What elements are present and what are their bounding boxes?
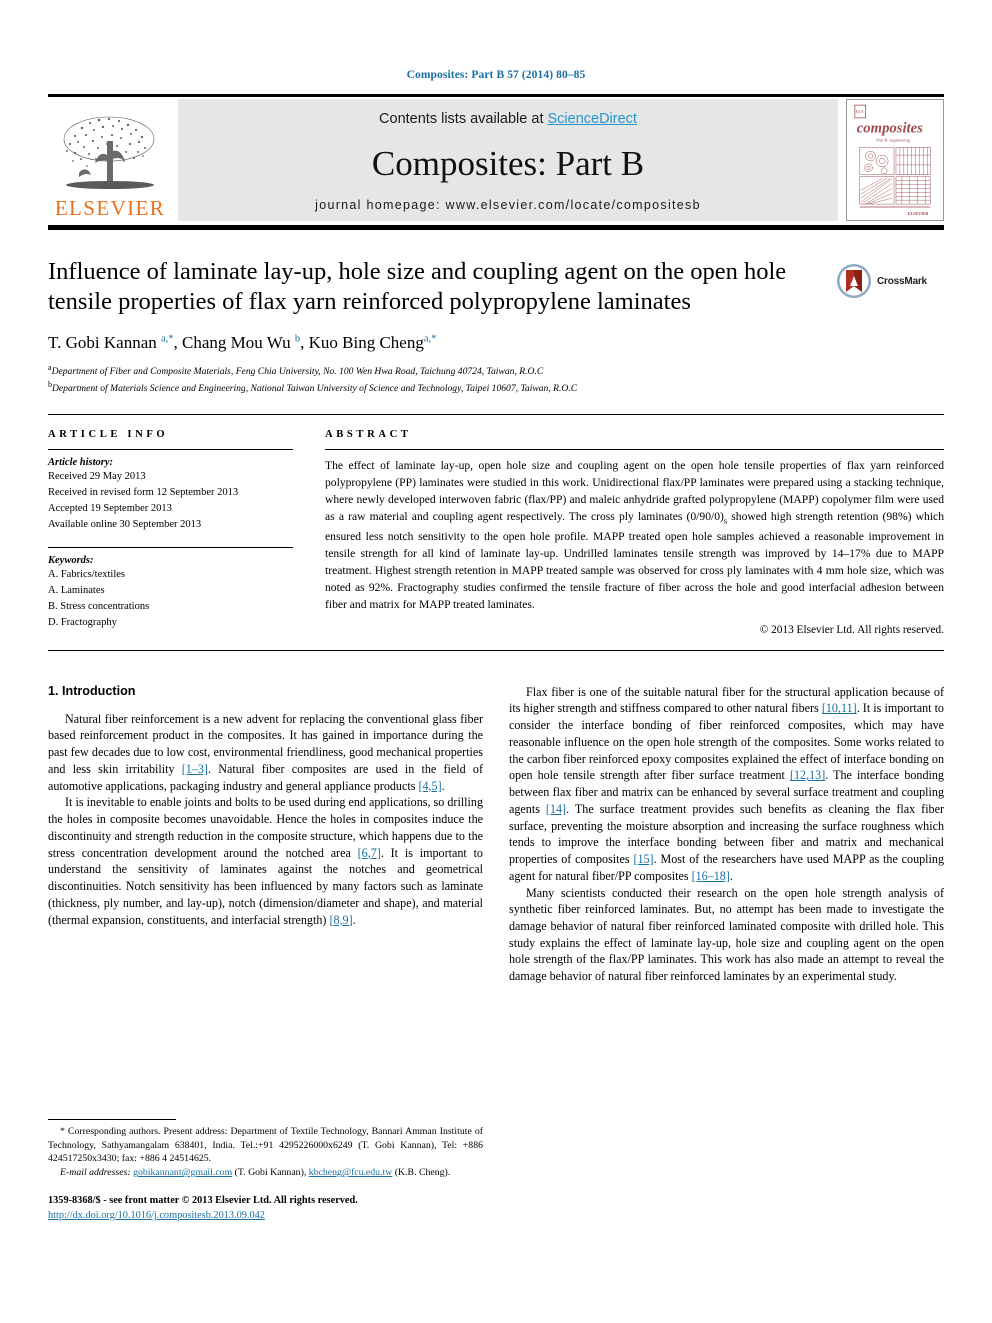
citation-link[interactable]: [4,5]: [418, 779, 441, 793]
article-history-item: Available online 30 September 2013: [48, 518, 202, 530]
title-block: CrossMark Influence of laminate lay-up, …: [48, 257, 944, 396]
issn-line: 1359-8368/$ - see front matter © 2013 El…: [48, 1194, 358, 1206]
article-history-item: Accepted 19 September 2013: [48, 502, 172, 514]
abstract-column: ABSTRACT The effect of laminate lay-up, …: [325, 429, 944, 636]
author-list: T. Gobi Kannan a,*, Chang Mou Wu b, Kuo …: [48, 333, 437, 353]
citation-link[interactable]: [16–18]: [692, 869, 730, 883]
abstract-band: ARTICLE INFO Article history: Received 2…: [48, 413, 944, 636]
keyword-item: A. Fabrics/textiles: [48, 568, 125, 580]
body-paragraph: It is inevitable to enable joints and bo…: [48, 795, 483, 927]
body-paragraph: Many scientists conducted their research…: [509, 885, 944, 984]
article-info-column: ARTICLE INFO Article history: Received 2…: [48, 429, 293, 636]
section-title-introduction: 1. Introduction: [48, 683, 136, 698]
body-paragraph: Flax fiber is one of the suitable natura…: [509, 684, 944, 883]
keywords-list: A. Fabrics/textiles A. Laminates B. Stress…: [48, 567, 293, 631]
email-owner-1: (T. Gobi Kannan),: [232, 1167, 309, 1179]
page-title: Influence of laminate lay-up, hole size …: [48, 258, 787, 316]
svg-text:composites: composites: [857, 121, 923, 137]
crossmark-icon: [837, 264, 871, 298]
citation-link[interactable]: [15]: [633, 852, 653, 866]
article-history-list: Received 29 May 2013 Received in revised …: [48, 469, 293, 533]
article-info-heading: ARTICLE INFO: [48, 428, 169, 440]
citation-link[interactable]: [1–3]: [182, 762, 208, 776]
elsevier-tree-icon: [63, 116, 155, 189]
abstract-subscript: s: [723, 516, 728, 526]
citation-link[interactable]: [10,11]: [822, 701, 857, 715]
sciencedirect-link[interactable]: ScienceDirect: [548, 111, 637, 127]
citation-link[interactable]: [14]: [546, 802, 566, 816]
contents-prefix: Contents lists available at: [379, 111, 548, 127]
abstract-heading: ABSTRACT: [325, 428, 412, 440]
keywords-rule: [48, 546, 293, 548]
citation-link[interactable]: [8,9]: [329, 913, 352, 927]
email-addresses-label: E-mail addresses:: [60, 1167, 131, 1179]
affiliation-list: aDepartment of Fiber and Composite Mater…: [48, 362, 944, 396]
keyword-item: B. Stress concentrations: [48, 600, 150, 612]
journal-cover-thumbnail[interactable]: ELS composites Part B: engineering ELSEV…: [846, 99, 944, 221]
elsevier-logo: ELSEVIER: [48, 99, 172, 221]
article-history-item: Received 29 May 2013: [48, 470, 146, 482]
article-info-rule: [48, 448, 293, 450]
affiliation-b: bDepartment of Materials Science and Eng…: [48, 380, 578, 395]
affiliation-a: aDepartment of Fiber and Composite Mater…: [48, 363, 544, 378]
body-paragraph: Natural fiber reinforcement is a new adv…: [48, 711, 483, 793]
footnote-block: * Corresponding authors. Present address…: [48, 1119, 483, 1224]
journal-cover-art: ELS composites Part B: engineering ELSEV…: [847, 100, 943, 220]
citation-link[interactable]: [6,7]: [358, 846, 381, 860]
svg-text:ELSEVIER: ELSEVIER: [908, 211, 929, 216]
issn-block: 1359-8368/$ - see front matter © 2013 El…: [48, 1194, 483, 1224]
abstract-band-bottom-rule: [48, 649, 944, 651]
copyright-line: © 2013 Elsevier Ltd. All rights reserved…: [759, 623, 944, 636]
article-history-label: Article history:: [48, 456, 114, 468]
elsevier-wordmark: ELSEVIER: [54, 196, 166, 220]
paper-page: Composites: Part B 57 (2014) 80–85 ELSEV…: [0, 0, 992, 1323]
journal-homepage[interactable]: journal homepage: www.elsevier.com/locat…: [315, 198, 701, 212]
doi-link[interactable]: http://dx.doi.org/10.1016/j.compositesb.…: [48, 1210, 265, 1221]
corresponding-author-text: * Corresponding authors. Present address…: [48, 1126, 483, 1165]
left-column-paragraphs: Natural fiber reinforcement is a new adv…: [48, 711, 483, 929]
keyword-item: A. Laminates: [48, 584, 105, 596]
corresponding-author-note: * Corresponding authors. Present address…: [48, 1125, 483, 1166]
left-column: 1. Introduction Natural fiber reinforcem…: [48, 684, 483, 1224]
right-column-paragraphs: Flax fiber is one of the suitable natura…: [509, 684, 944, 985]
body-columns: 1. Introduction Natural fiber reinforcem…: [48, 684, 944, 1224]
abstract-text: The effect of laminate lay-up, open hole…: [325, 458, 944, 611]
email-link-2[interactable]: kbcheng@fcu.edu.tw: [309, 1167, 393, 1178]
crossmark-label: CrossMark: [877, 275, 927, 287]
svg-text:ELS: ELS: [856, 109, 864, 114]
keyword-item: D. Fractography: [48, 616, 117, 628]
journal-title: Composites: Part B: [371, 144, 645, 183]
svg-text:Part B: engineering: Part B: engineering: [876, 137, 910, 142]
article-history-item: Received in revised form 12 September 20…: [48, 486, 239, 498]
footnote-rule: [48, 1119, 176, 1121]
email-owner-2: (K.B. Cheng).: [392, 1167, 451, 1179]
email-link-1[interactable]: gobikannant@gmail.com: [133, 1167, 232, 1178]
abstract-rule: [325, 448, 944, 450]
citation-link[interactable]: [12,13]: [790, 768, 825, 782]
contents-available-line: Contents lists available at ScienceDirec…: [379, 111, 637, 127]
running-head: Composites: Part B 57 (2014) 80–85: [406, 69, 586, 81]
crossmark-badge-group[interactable]: CrossMark: [836, 259, 944, 303]
masthead-center-panel: Contents lists available at ScienceDirec…: [178, 99, 838, 221]
email-note: E-mail addresses: gobikannant@gmail.com …: [48, 1166, 483, 1180]
keywords-label: Keywords:: [48, 554, 94, 566]
masthead-bottom-rule: [48, 225, 944, 230]
right-column: Flax fiber is one of the suitable natura…: [509, 684, 944, 1224]
email-note-line: E-mail addresses: gobikannant@gmail.com …: [48, 1166, 483, 1180]
journal-masthead: ELSEVIER Contents lists available at Sci…: [48, 94, 944, 221]
